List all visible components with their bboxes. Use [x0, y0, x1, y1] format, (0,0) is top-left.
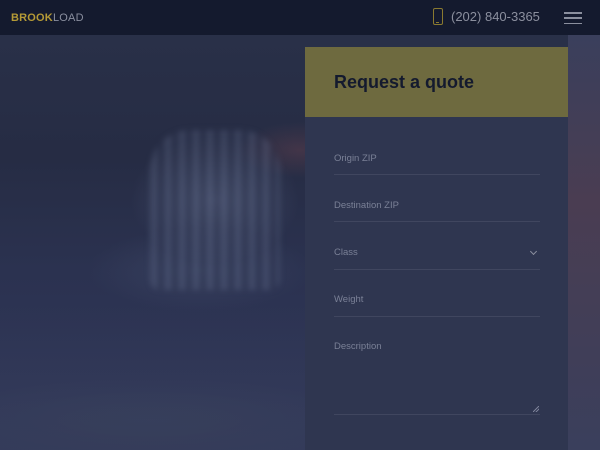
site-logo[interactable]: BROOKLOAD [11, 12, 84, 24]
phone-number: (202) 840-3365 [451, 9, 540, 24]
hero-truck-image [150, 130, 280, 290]
origin-zip-input[interactable] [334, 153, 540, 164]
phone-link[interactable]: (202) 840-3365 [433, 8, 540, 25]
hamburger-menu-icon[interactable] [564, 12, 582, 24]
quote-card-title: Request a quote [334, 71, 475, 92]
destination-zip-field [334, 200, 540, 222]
quote-card: Request a quote Class [305, 47, 568, 450]
top-navbar: BROOKLOAD (202) 840-3365 [0, 0, 600, 35]
chevron-down-icon [529, 247, 538, 256]
hamburger-line [564, 12, 582, 14]
logo-part-brook: BROOK [11, 11, 53, 24]
logo-part-load: LOAD [52, 11, 84, 24]
weight-input[interactable] [334, 294, 540, 305]
weight-field [334, 294, 540, 317]
resize-handle-icon[interactable] [533, 406, 539, 412]
hamburger-line [564, 22, 582, 24]
class-select-box: Class [334, 247, 540, 269]
origin-zip-field [334, 153, 540, 175]
quote-card-header: Request a quote [305, 47, 568, 117]
description-field [334, 341, 540, 415]
class-select-value: Class [334, 247, 358, 258]
class-select[interactable]: Class [334, 247, 540, 270]
smartphone-icon [433, 8, 443, 25]
destination-zip-input[interactable] [334, 200, 540, 211]
description-textarea[interactable] [334, 341, 540, 411]
hero-right-edge [568, 35, 600, 450]
hamburger-line [564, 17, 582, 19]
